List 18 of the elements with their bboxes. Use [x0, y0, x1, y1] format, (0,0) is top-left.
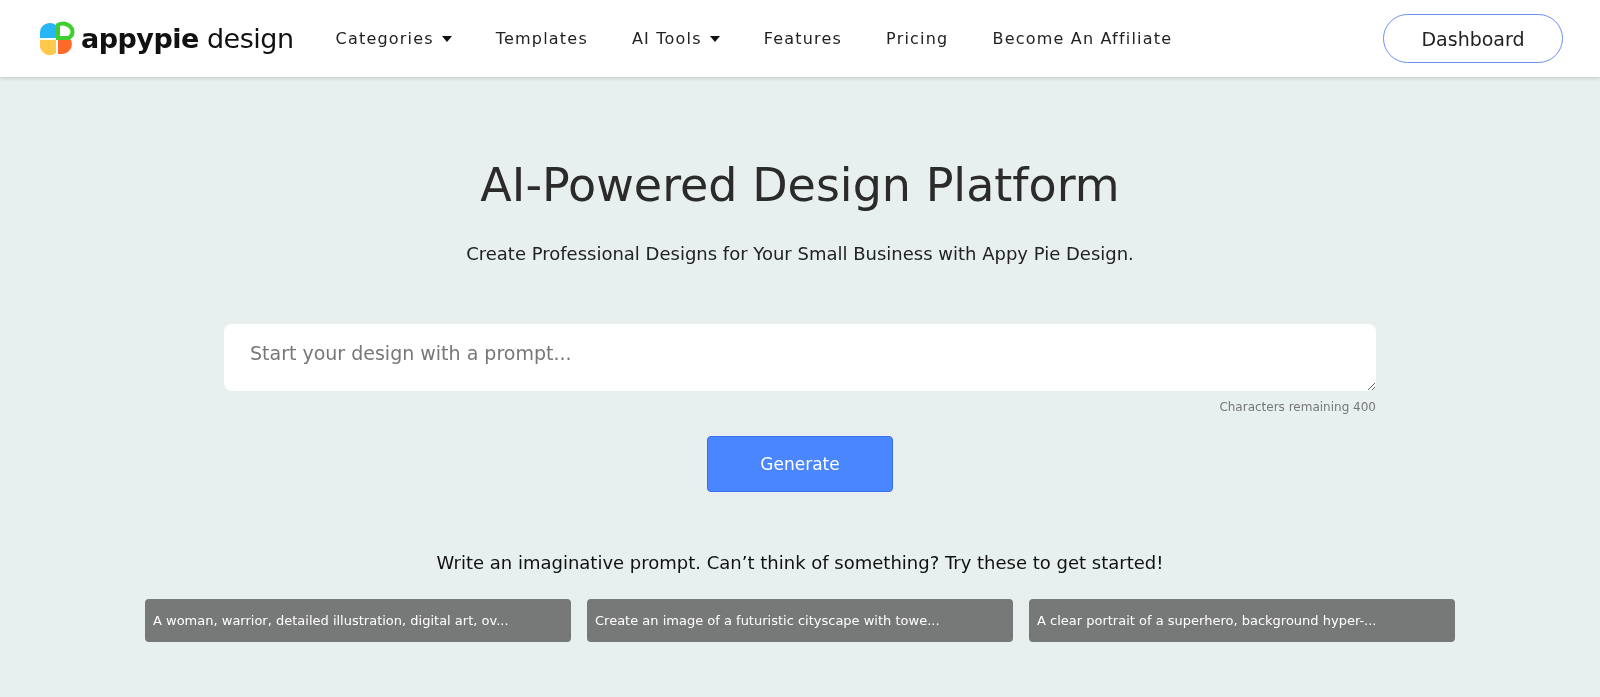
caret-icon [441, 35, 452, 42]
logo-wordmark[interactable]: appypie design [81, 23, 294, 54]
suggestion-chip[interactable]: Create an image of a futuristic cityscape with towe... [587, 599, 1013, 642]
suggestion-chip[interactable]: A woman, warrior, detailed illustration, digital art, ov... [145, 599, 571, 642]
suggestion-intro: Write an imaginative prompt. Can’t think of something? Try these to get started! [436, 552, 1164, 573]
hero-title: AI-Powered Design Platform [480, 157, 1120, 214]
nav-link[interactable]: Pricing [886, 29, 949, 48]
prompt-input-field[interactable]: Start your design with a prompt... [224, 324, 1376, 391]
dashboard-button[interactable]: Dashboard [1383, 14, 1563, 63]
nav-link[interactable]: Features [763, 29, 843, 48]
hero-subtitle: Create Professional Designs for Your Small Business with Appy Pie Design. [466, 243, 1134, 264]
character-counter: Characters remaining 400 [1219, 400, 1376, 414]
nav-link[interactable]: Become An Affiliate [992, 29, 1173, 48]
nav-link[interactable]: Categories [335, 29, 452, 48]
caret-icon [709, 35, 720, 42]
nav-link[interactable]: AI Tools [631, 29, 720, 48]
nav-link[interactable]: Templates [495, 29, 588, 48]
suggestion-chip[interactable]: A clear portrait of a superhero, background hyper-... [1029, 599, 1455, 642]
